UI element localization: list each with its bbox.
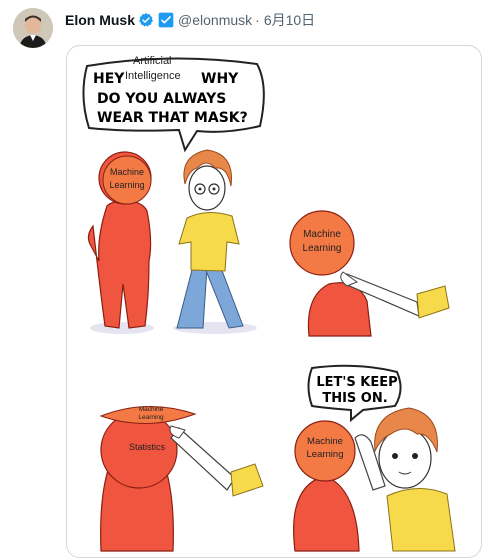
yellow-shirt <box>386 488 456 552</box>
speech-text: HEY <box>93 71 125 87</box>
separator-dot: · <box>255 12 260 28</box>
speech-text: LET'S KEEP <box>316 375 397 390</box>
pants <box>176 265 208 329</box>
panel-1: HEY Artificial Intelligence WHY DO YOU A… <box>82 55 265 334</box>
mask-text: Machine <box>139 406 164 413</box>
author-name[interactable]: Elon Musk <box>65 11 135 29</box>
twitter-blue-square-icon <box>158 12 174 28</box>
post-media[interactable]: HEY Artificial Intelligence WHY DO YOU A… <box>66 45 482 558</box>
verified-badge-icon <box>139 13 154 27</box>
mask-text: Learning <box>138 414 164 421</box>
panel-3: Statistics Machine Learning <box>99 406 264 552</box>
red-character-body <box>293 475 360 552</box>
panel-2: Machine Learning <box>289 210 450 337</box>
post-date[interactable]: 6月10日 <box>264 11 315 29</box>
author-handle[interactable]: @elonmusk <box>178 11 252 29</box>
avatar-image <box>13 8 53 48</box>
yellow-sleeve <box>230 463 264 497</box>
post-header: Elon Musk @elonmusk · 6月10日 <box>65 11 315 29</box>
human-head <box>188 165 226 211</box>
mask-text: Learning <box>109 180 144 190</box>
mask-text: Machine <box>307 436 343 447</box>
speech-text: THIS ON. <box>322 391 387 406</box>
arm <box>170 427 236 491</box>
speech-label: Intelligence <box>125 70 181 82</box>
pants <box>204 267 244 329</box>
speech-text: WEAR THAT MASK? <box>97 110 248 126</box>
yellow-sleeve <box>416 285 450 319</box>
meme-image: HEY Artificial Intelligence WHY DO YOU A… <box>82 55 456 552</box>
speech-text: DO YOU ALWAYS <box>97 91 226 107</box>
red-character-body <box>87 200 152 329</box>
speech-text: WHY <box>201 71 239 87</box>
human-head <box>378 427 432 489</box>
mask-text: Machine <box>303 229 341 240</box>
mask-text: Learning <box>303 243 342 254</box>
head-label: Statistics <box>129 442 166 452</box>
mask-text: Machine <box>110 167 144 177</box>
mask-text: Learning <box>307 449 344 460</box>
speech-label: Artificial <box>133 55 172 67</box>
avatar[interactable] <box>13 8 53 48</box>
yellow-shirt <box>178 212 240 272</box>
panel-4: LET'S KEEP THIS ON. Machine Learning <box>293 364 456 552</box>
